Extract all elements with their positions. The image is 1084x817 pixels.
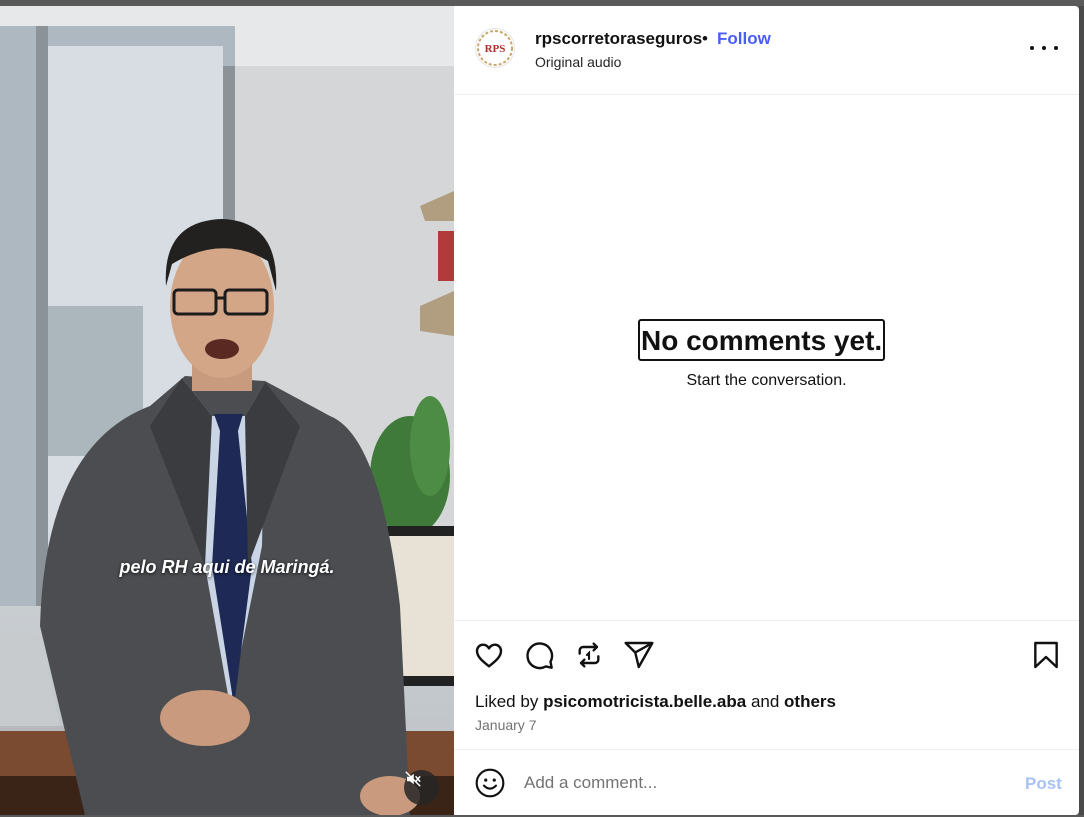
start-conversation-text: Start the conversation.	[686, 372, 847, 389]
follow-button[interactable]: Follow	[717, 29, 771, 49]
video-caption: pelo RH aqui de Maringá.	[119, 557, 335, 577]
avatar-text: RPS	[485, 43, 506, 55]
video-frame	[0, 6, 454, 815]
video-player[interactable]: pelo RH aqui de Maringá.	[0, 6, 454, 815]
comment-input[interactable]	[524, 769, 1004, 797]
comments-area: No comments yet. Start the conversation.	[454, 95, 1079, 620]
liked-and: and	[750, 692, 780, 711]
audio-link[interactable]: Original audio	[535, 54, 621, 70]
liked-others-link[interactable]: others	[784, 692, 836, 711]
backdrop-edge	[1079, 6, 1084, 815]
post-modal: pelo RH aqui de Maringá. RPS rpscorretor…	[0, 0, 1084, 817]
repost-icon[interactable]	[573, 639, 605, 671]
post-header: RPS rpscorretoraseguros • Follow Origina…	[454, 6, 1079, 95]
post-comment-button[interactable]: Post	[1025, 774, 1062, 794]
comment-bar: Post	[454, 749, 1079, 815]
bookmark-icon[interactable]	[1030, 639, 1062, 671]
liked-prefix: Liked by	[475, 692, 539, 711]
liked-by-text: Liked by psicomotricista.belle.aba and o…	[475, 692, 836, 712]
avatar[interactable]: RPS	[475, 28, 515, 68]
liked-user-link[interactable]: psicomotricista.belle.aba	[543, 692, 746, 711]
post-side-panel: RPS rpscorretoraseguros • Follow Origina…	[454, 6, 1079, 815]
post-date[interactable]: January 7	[475, 717, 536, 733]
username-link[interactable]: rpscorretoraseguros	[535, 29, 702, 49]
heart-icon[interactable]	[473, 639, 505, 671]
more-options-icon[interactable]	[1030, 36, 1058, 60]
separator-dot: •	[702, 29, 708, 48]
rps-logo-icon: RPS	[477, 30, 513, 66]
post-actions: Liked by psicomotricista.belle.aba and o…	[454, 620, 1079, 750]
share-icon[interactable]	[623, 639, 655, 671]
mute-button[interactable]	[404, 770, 439, 805]
emoji-icon[interactable]	[474, 767, 506, 799]
comment-icon[interactable]	[523, 639, 555, 671]
no-comments-heading: No comments yet.	[638, 319, 886, 361]
